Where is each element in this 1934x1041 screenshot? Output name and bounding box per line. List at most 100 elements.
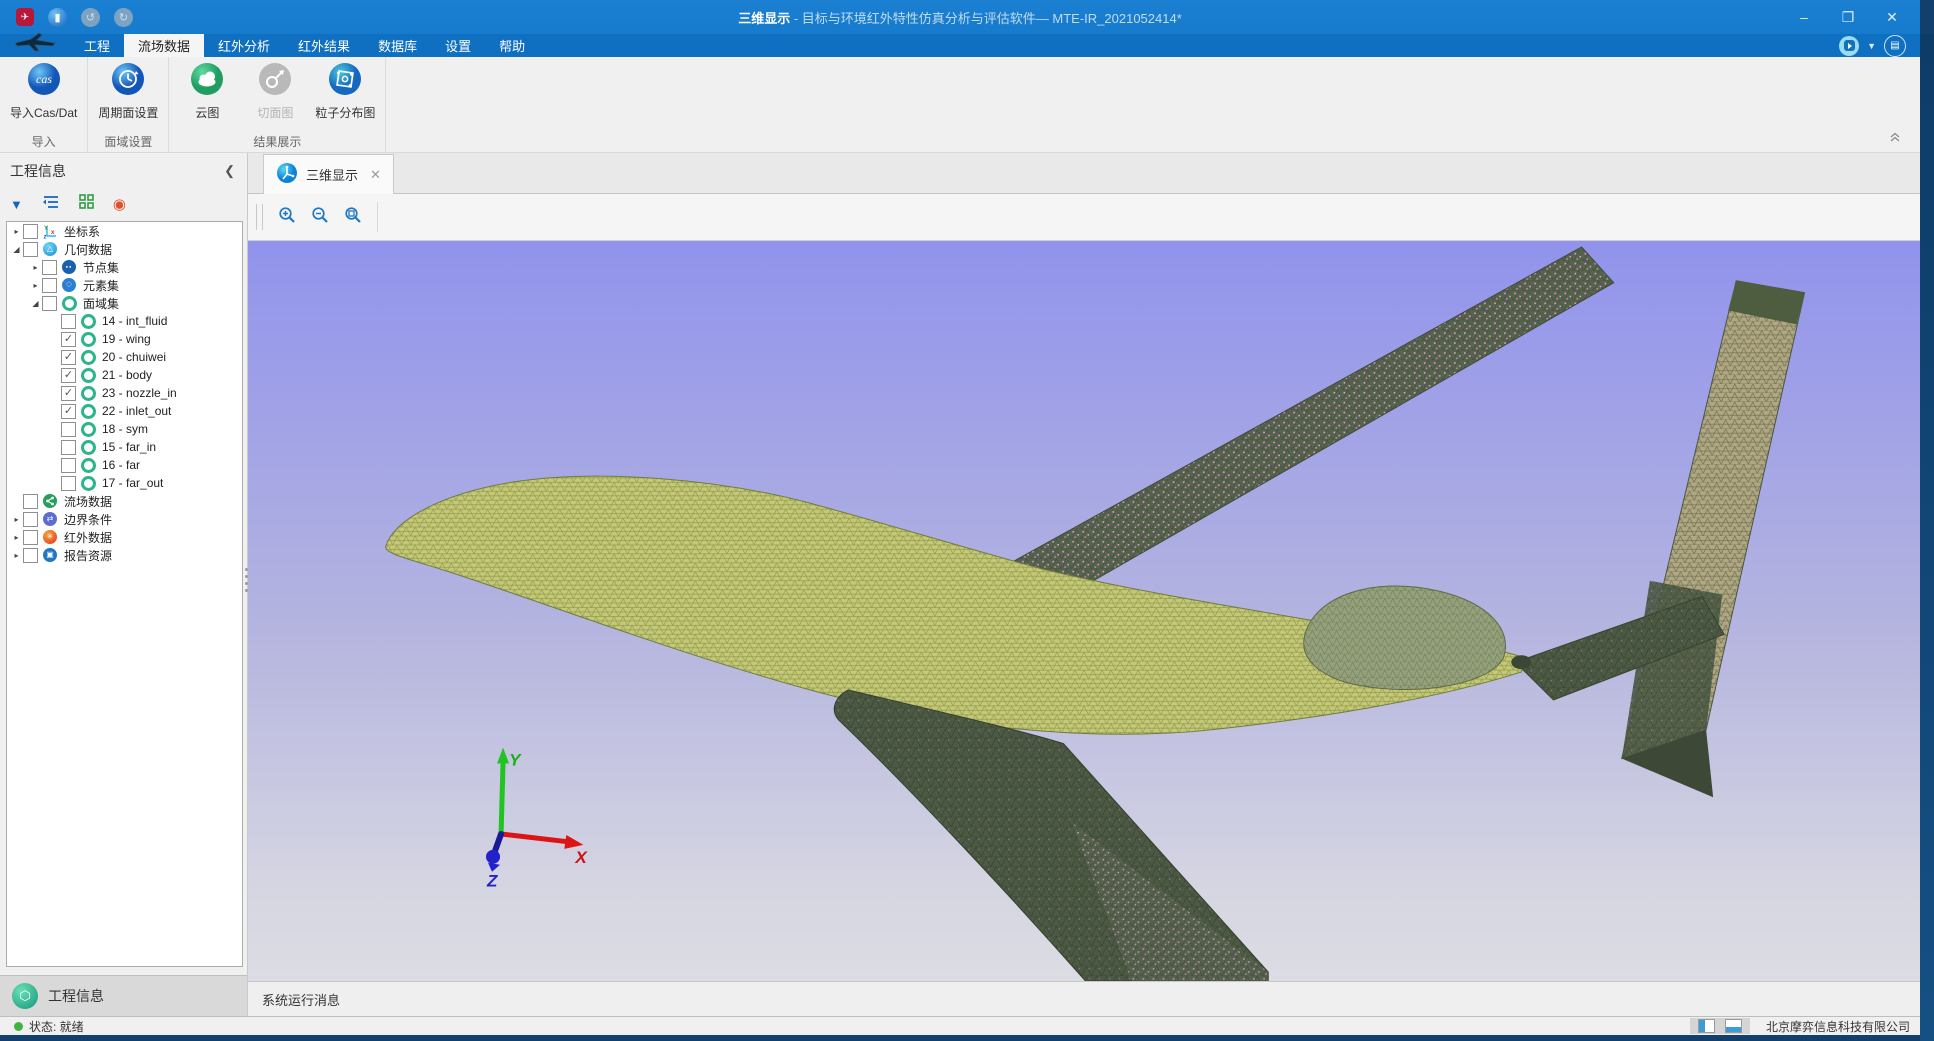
tree-row[interactable]: ▸Yzx坐标系 (7, 222, 242, 240)
tree-row[interactable]: 18 - sym (7, 420, 242, 438)
tree-checkbox[interactable] (42, 260, 57, 275)
tree-expander-icon[interactable]: ▸ (10, 551, 23, 560)
tree-expander-icon[interactable]: ▸ (10, 227, 23, 236)
tree-checkbox[interactable] (61, 458, 76, 473)
tree-checkbox[interactable] (61, 440, 76, 455)
menu-item-7[interactable]: 帮助 (485, 34, 539, 57)
infrared-icon: ✳ (42, 529, 58, 545)
menu-item-2[interactable]: 流场数据 (124, 34, 204, 57)
viewport-3d[interactable]: Y X Z (248, 241, 1920, 981)
svg-text:Y: Y (44, 226, 48, 232)
tree-row[interactable]: ◢△几何数据 (7, 240, 242, 258)
tree-row[interactable]: ✓22 - inlet_out (7, 402, 242, 420)
menu-item-6[interactable]: 设置 (431, 34, 485, 57)
splitter-handle[interactable] (244, 568, 249, 592)
tree-checkbox[interactable]: ✓ (61, 404, 76, 419)
tree-row[interactable]: 14 - int_fluid (7, 312, 242, 330)
close-button[interactable]: ✕ (1870, 0, 1914, 34)
tree-row[interactable]: ▸▣报告资源 (7, 546, 242, 564)
project-info-bottom-button[interactable]: ⬡ 工程信息 (0, 975, 247, 1016)
desktop-edge (1920, 34, 1934, 1041)
tree-expander-icon[interactable]: ▸ (10, 515, 23, 524)
tree-row[interactable]: ▸◌元素集 (7, 276, 242, 294)
tree-row[interactable]: ▸●●节点集 (7, 258, 242, 276)
tab-close-icon[interactable]: ✕ (366, 167, 381, 183)
tree-row[interactable]: 15 - far_in (7, 438, 242, 456)
restore-button[interactable]: ❐ (1826, 0, 1870, 34)
tabbar: 三维显示 ✕ (248, 153, 1920, 194)
tree-label: 17 - far_out (102, 476, 163, 490)
collapse-ribbon-icon[interactable] (1888, 130, 1902, 148)
tree-checkbox[interactable] (61, 314, 76, 329)
grid-view-icon[interactable] (79, 194, 94, 214)
tree-checkbox[interactable]: ✓ (61, 386, 76, 401)
sidebar-collapse-icon[interactable]: ❮ (224, 163, 235, 179)
minimize-button[interactable]: – (1782, 0, 1826, 34)
tree-checkbox[interactable]: ✓ (61, 368, 76, 383)
layout-bottom-panel-icon[interactable] (1725, 1019, 1742, 1033)
menu-item-3[interactable]: 红外分析 (204, 34, 284, 57)
company-name: 北京摩弈信息科技有限公司 (1766, 1018, 1910, 1035)
tree-row[interactable]: ✓19 - wing (7, 330, 242, 348)
menu-item-4[interactable]: 红外结果 (284, 34, 364, 57)
ribbon-button-particle-dist[interactable]: 粒子分布图 (315, 62, 375, 121)
tree-checkbox[interactable] (61, 422, 76, 437)
tree-expander-icon[interactable]: ▸ (10, 533, 23, 542)
tree-row[interactable]: ✓21 - body (7, 366, 242, 384)
tree-label: 报告资源 (64, 547, 112, 564)
undo-icon[interactable]: ↺ (81, 8, 100, 27)
tree-checkbox[interactable]: ✓ (61, 350, 76, 365)
tree-expander-icon[interactable]: ◢ (29, 299, 42, 308)
menubar: 工程流场数据红外分析红外结果数据库设置帮助 ▼ ▤ (0, 34, 1920, 57)
tree-checkbox[interactable] (42, 296, 57, 311)
tree-row[interactable]: 流场数据 (7, 492, 242, 510)
zoom-in-button[interactable] (274, 204, 300, 230)
surface-ring-icon (80, 385, 96, 401)
zoom-out-button[interactable] (307, 204, 333, 230)
tree-checkbox[interactable] (23, 224, 38, 239)
tree-row[interactable]: 17 - far_out (7, 474, 242, 492)
tree-checkbox[interactable]: ✓ (61, 332, 76, 347)
tree-checkbox[interactable] (42, 278, 57, 293)
tree-checkbox[interactable] (23, 494, 38, 509)
tree-checkbox[interactable] (23, 530, 38, 545)
tree-checkbox[interactable] (23, 548, 38, 563)
tree-row[interactable]: ▸ ✳ 红外数据 (7, 528, 242, 546)
tree-row[interactable]: ✓20 - chuiwei (7, 348, 242, 366)
collapse-all-icon[interactable] (42, 195, 60, 214)
menu-item-5[interactable]: 数据库 (364, 34, 431, 57)
ribbon-button-cas-import[interactable]: cas导入Cas/Dat (10, 62, 77, 121)
zoom-fit-button[interactable] (340, 204, 366, 230)
tree-row[interactable]: 16 - far (7, 456, 242, 474)
ribbon-button-cloud-map[interactable]: 云图 (179, 62, 235, 121)
tree-row[interactable]: ✓ 23 - nozzle_in (7, 384, 242, 402)
locate-target-icon[interactable]: ◉ (113, 197, 126, 212)
filter-icon[interactable]: ▼ (10, 197, 23, 212)
tree-row[interactable]: ◢面域集 (7, 294, 242, 312)
manual-icon[interactable]: ▤ (1884, 35, 1906, 57)
tab-3d-display[interactable]: 三维显示 ✕ (263, 154, 394, 194)
tree-row[interactable]: ▸⇄边界条件 (7, 510, 242, 528)
redo-icon[interactable]: ↻ (114, 8, 133, 27)
tree-checkbox[interactable] (61, 476, 76, 491)
toolbar-grip[interactable] (256, 204, 263, 230)
tree-checkbox[interactable] (23, 512, 38, 527)
axes-tab-icon (276, 162, 298, 187)
tree-label: 23 - nozzle_in (102, 386, 177, 400)
tree-expander-icon[interactable]: ◢ (10, 245, 23, 254)
app-logo-icon[interactable]: ✈ (16, 8, 34, 26)
quick-access-toolbar: ✈ ▮ ↺ ↻ (0, 8, 133, 27)
surface-ring-icon (80, 457, 96, 473)
layout-left-panel-icon[interactable] (1698, 1019, 1715, 1033)
tree-expander-icon[interactable]: ▸ (29, 281, 42, 290)
ribbon-group-label: 导入 (0, 130, 87, 152)
save-icon[interactable]: ▮ (48, 8, 67, 27)
video-tutorial-icon[interactable] (1839, 36, 1859, 56)
tree-expander-icon[interactable]: ▸ (29, 263, 42, 272)
ribbon-button-period-face[interactable]: 周期面设置 (98, 62, 158, 121)
tree-label: 红外数据 (64, 529, 112, 546)
tree-checkbox[interactable] (23, 242, 38, 257)
chevron-down-icon[interactable]: ▼ (1867, 41, 1876, 51)
face-set-icon (61, 295, 77, 311)
menu-item-1[interactable]: 工程 (70, 34, 124, 57)
